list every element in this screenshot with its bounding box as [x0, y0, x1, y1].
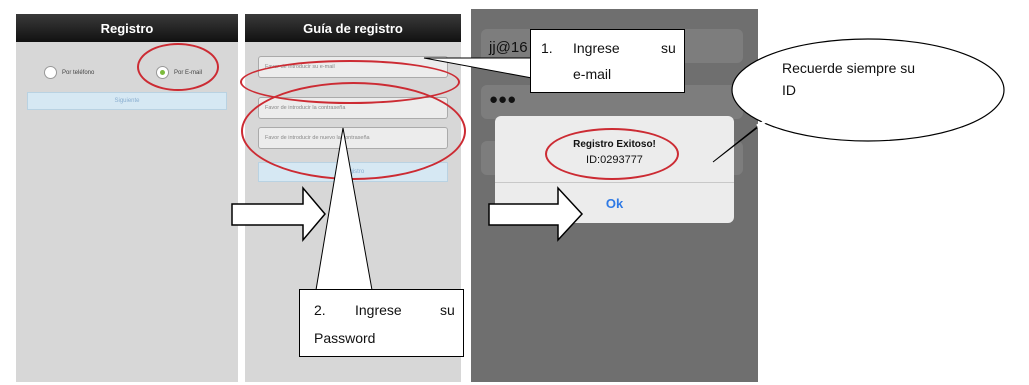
step1-callout: 1. Ingrese su e-mail	[530, 29, 685, 93]
step2-callout: 2. Ingrese su Password	[299, 289, 464, 357]
step1-text-a: Ingrese	[573, 40, 620, 56]
step1-text-b: su	[661, 40, 676, 56]
step1-text-c: e-mail	[573, 66, 612, 82]
reminder-line2: ID	[782, 82, 796, 98]
reminder-text: Recuerde siempre su ID	[782, 57, 915, 101]
reminder-line1: Recuerde siempre su	[782, 60, 916, 76]
step2-text-b: su	[440, 302, 455, 318]
step1-number: 1.	[541, 40, 553, 56]
step2-text-a: Ingrese	[355, 302, 402, 318]
callout-pointer	[315, 127, 373, 291]
callout-pointer	[423, 57, 533, 79]
right-arrow-icon	[231, 185, 326, 243]
step2-number: 2.	[314, 302, 326, 318]
right-arrow-icon	[488, 186, 584, 242]
step2-text-c: Password	[314, 330, 376, 346]
tutorial-canvas: Registro Por teléfono Por E-mail Siguien…	[0, 0, 1029, 385]
